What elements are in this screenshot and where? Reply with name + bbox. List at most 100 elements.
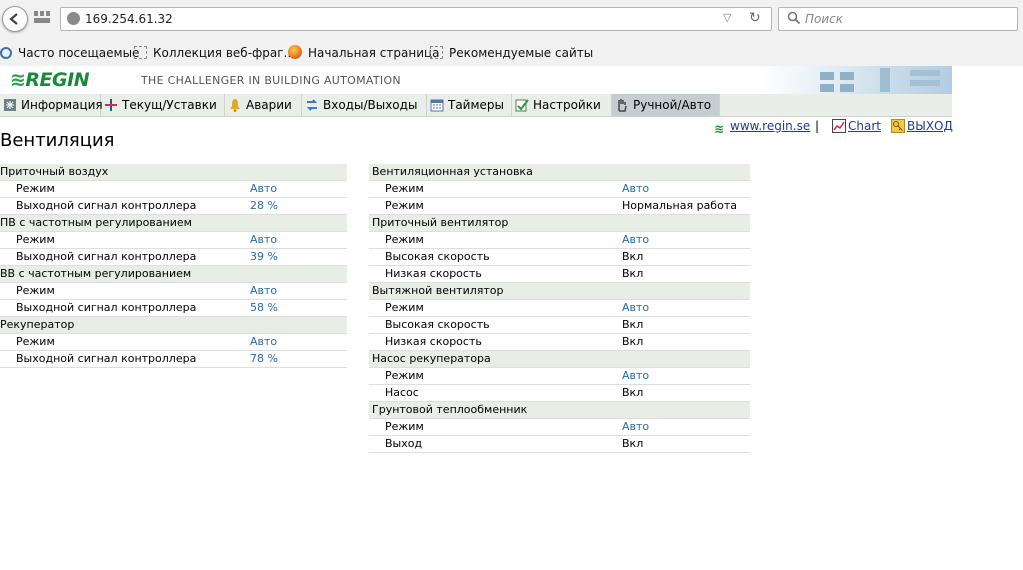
table-row: Режим Авто bbox=[0, 283, 347, 300]
value-link[interactable]: Авто bbox=[622, 232, 649, 248]
setpoint-icon bbox=[105, 99, 117, 111]
tab-timers[interactable]: Таймеры bbox=[427, 94, 512, 116]
value-link[interactable]: Авто bbox=[622, 419, 649, 435]
tab-label: Настройки bbox=[533, 98, 601, 112]
logout-link-text[interactable]: ВЫХОД bbox=[907, 119, 953, 133]
bookmarks-toolbar: Часто посещаемые Коллекция веб-фраг... Н… bbox=[0, 42, 1023, 64]
table-row: Выходной сигнал контроллера 58 % bbox=[0, 300, 347, 317]
chart-link-text[interactable]: Chart bbox=[848, 119, 881, 133]
table-row: Низкая скорость Вкл bbox=[369, 334, 750, 351]
bookmark-label: Коллекция веб-фраг... bbox=[153, 46, 295, 60]
tab-current-setpoints[interactable]: Текущ/Уставки bbox=[101, 94, 225, 116]
section-title: Вытяжной вентилятор bbox=[372, 284, 504, 297]
section-title: Вентиляционная установка bbox=[372, 165, 533, 178]
tab-label: Текущ/Уставки bbox=[122, 98, 217, 112]
regin-link-text[interactable]: www.regin.se bbox=[730, 119, 810, 133]
regin-link[interactable]: ≋ www.regin.se bbox=[714, 119, 810, 136]
section-header-row: Рекуператор bbox=[0, 317, 347, 334]
row-label: Режим bbox=[385, 420, 424, 433]
url-bar[interactable]: 169.254.61.32 ▽ ↻ bbox=[60, 7, 772, 31]
table-row: Выход Вкл bbox=[369, 436, 750, 453]
section-header-row: ВВ с частотным регулированием bbox=[0, 266, 347, 283]
table-row: Режим Нормальная работа bbox=[369, 198, 750, 215]
reload-icon[interactable]: ↻ bbox=[749, 10, 761, 26]
value-link[interactable]: Авто bbox=[250, 334, 277, 350]
row-value: Вкл bbox=[622, 335, 644, 348]
search-placeholder: Поиск bbox=[805, 12, 844, 26]
row-label: Режим bbox=[16, 335, 55, 348]
bell-icon bbox=[230, 99, 240, 112]
row-label: Режим bbox=[385, 233, 424, 246]
row-label: Насос bbox=[385, 386, 419, 399]
bookmark-most-visited[interactable]: Часто посещаемые bbox=[0, 45, 139, 61]
table-row: Режим Авто bbox=[369, 181, 750, 198]
bookmark-label: Рекомендуемые сайты bbox=[449, 46, 594, 60]
blank-page-icon bbox=[134, 46, 147, 59]
section-title: Рекуператор bbox=[0, 318, 75, 331]
row-label: Выходной сигнал контроллера bbox=[16, 301, 197, 314]
table-row: Режим Авто bbox=[369, 368, 750, 385]
value-link[interactable]: Авто bbox=[622, 181, 649, 197]
site-identity-icon[interactable] bbox=[67, 12, 80, 25]
value-link[interactable]: Авто bbox=[250, 232, 277, 248]
left-status-table: Приточный воздух Режим Авто Выходной сигнал… bbox=[0, 164, 347, 368]
bookmark-recommended-sites[interactable]: Рекомендуемые сайты bbox=[430, 45, 593, 61]
logo-text: REGIN bbox=[25, 69, 90, 91]
value-link[interactable]: Авто bbox=[622, 368, 649, 384]
key-icon bbox=[891, 119, 905, 133]
tab-alarms[interactable]: Аварии bbox=[225, 94, 302, 116]
section-title: Приточный вентилятор bbox=[372, 216, 509, 229]
io-arrows-icon bbox=[306, 99, 318, 111]
back-button[interactable] bbox=[2, 6, 28, 32]
row-label: Режим bbox=[385, 182, 424, 195]
tab-label: Входы/Выходы bbox=[323, 98, 418, 112]
value-link[interactable]: 58 % bbox=[250, 300, 278, 316]
row-label: Режим bbox=[16, 182, 55, 195]
tab-info[interactable]: Информация bbox=[0, 94, 103, 116]
value-link[interactable]: Авто bbox=[250, 283, 277, 299]
row-label: Низкая скорость bbox=[385, 335, 482, 348]
tab-manual-auto[interactable]: Ручной/Авто bbox=[612, 94, 720, 116]
row-label: Выходной сигнал контроллера bbox=[16, 250, 197, 263]
bookmark-label: Часто посещаемые bbox=[18, 46, 140, 60]
logout-link[interactable]: ВЫХОД bbox=[891, 119, 953, 133]
section-title: ВВ с частотным регулированием bbox=[0, 267, 192, 280]
hand-icon bbox=[618, 99, 627, 112]
tab-label: Аварии bbox=[246, 98, 292, 112]
value-link[interactable]: Авто bbox=[622, 300, 649, 316]
right-status-table: Вентиляционная установка Режим Авто Режим Но… bbox=[369, 164, 750, 453]
search-bar[interactable]: Поиск bbox=[778, 7, 1018, 31]
table-row: Насос Вкл bbox=[369, 385, 750, 402]
bookmark-web-slices[interactable]: Коллекция веб-фраг... bbox=[134, 45, 295, 61]
calendar-icon bbox=[430, 99, 444, 112]
url-text[interactable]: 169.254.61.32 bbox=[85, 12, 173, 26]
swoosh-icon: ≋ bbox=[10, 69, 26, 91]
table-row: Режим Авто bbox=[0, 181, 347, 198]
value-link[interactable]: 39 % bbox=[250, 249, 278, 265]
bookmark-start-page[interactable]: Начальная страница bbox=[288, 45, 440, 61]
value-link[interactable]: 28 % bbox=[250, 198, 278, 214]
row-label: Режим bbox=[385, 369, 424, 382]
page-title: Вентиляция bbox=[0, 130, 115, 151]
table-row: Выходной сигнал контроллера 78 % bbox=[0, 351, 347, 368]
row-label: Режим bbox=[385, 301, 424, 314]
tagline: THE CHALLENGER IN BUILDING AUTOMATION bbox=[141, 74, 401, 87]
tab-groups-icon[interactable] bbox=[34, 11, 50, 23]
row-value: Вкл bbox=[622, 250, 644, 263]
tab-label: Таймеры bbox=[448, 98, 505, 112]
regin-logo[interactable]: ≋REGIN bbox=[10, 69, 90, 91]
tab-settings[interactable]: Настройки bbox=[512, 94, 612, 116]
value-link[interactable]: Авто bbox=[250, 181, 277, 197]
magnifier-icon bbox=[0, 47, 12, 59]
table-row: Режим Авто bbox=[369, 419, 750, 436]
settings-check-icon bbox=[515, 99, 529, 112]
section-title: Насос рекуператора bbox=[372, 352, 491, 365]
tab-inputs-outputs[interactable]: Входы/Выходы bbox=[302, 94, 427, 116]
value-link[interactable]: 78 % bbox=[250, 351, 278, 367]
url-dropdown-icon[interactable]: ▽ bbox=[723, 11, 731, 24]
section-title: Грунтовой теплообменник bbox=[372, 403, 528, 416]
chart-link[interactable]: Chart bbox=[832, 119, 881, 133]
browser-chrome: 169.254.61.32 ▽ ↻ Поиск Часто посещаемые… bbox=[0, 0, 1023, 66]
back-arrow-icon bbox=[9, 13, 18, 25]
row-value: Вкл bbox=[622, 267, 644, 280]
